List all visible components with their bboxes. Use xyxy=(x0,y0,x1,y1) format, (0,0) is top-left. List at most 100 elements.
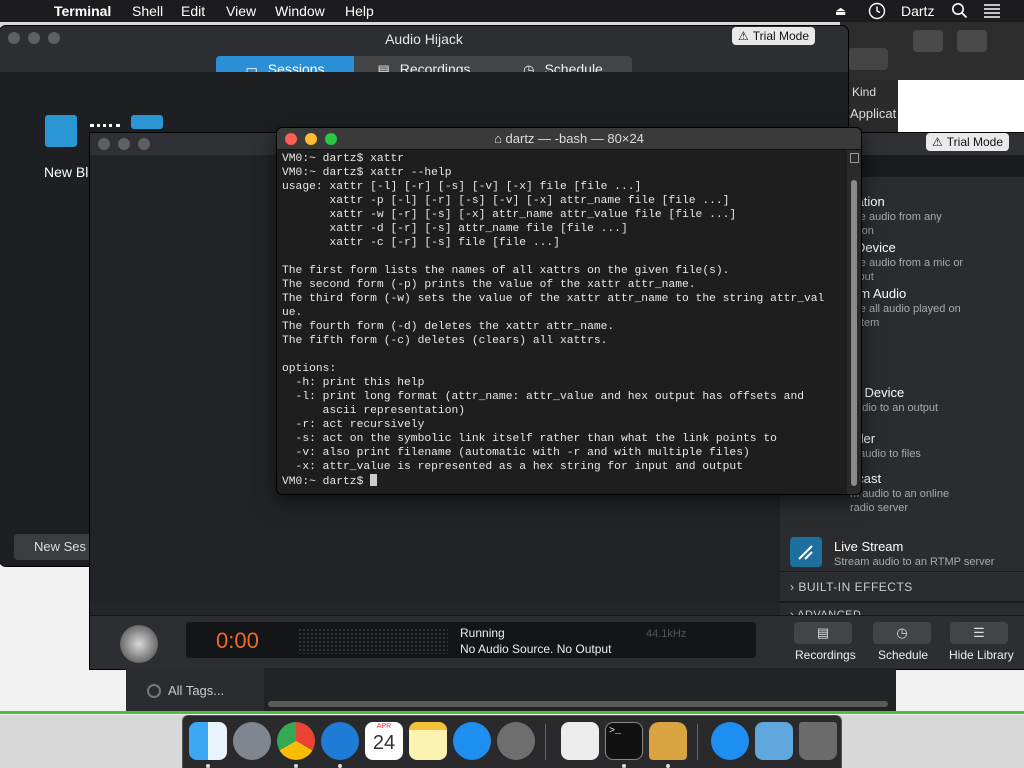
tags-sidebar: All Tags... xyxy=(126,668,264,714)
terminal-scrollbar[interactable] xyxy=(847,150,861,494)
close-button[interactable] xyxy=(98,138,110,150)
terminal-content[interactable]: VM0:~ dartz$ xattr VM0:~ dartz$ xattr --… xyxy=(277,150,847,494)
kind-column-header[interactable]: Kind xyxy=(852,85,876,99)
list-icon: ☰ xyxy=(973,625,985,640)
built-in-effects-section[interactable]: › BUILT-IN EFFECTS xyxy=(780,571,1024,601)
launchpad-icon[interactable] xyxy=(233,722,271,760)
terminal-output-text: VM0:~ dartz$ xattr VM0:~ dartz$ xattr --… xyxy=(282,153,825,473)
timer-readout: 0:00 xyxy=(216,628,259,653)
all-tags-item[interactable]: All Tags... xyxy=(168,683,224,698)
progress-line xyxy=(0,711,1024,714)
menu-user[interactable]: Dartz xyxy=(901,3,934,19)
tabs-icon[interactable] xyxy=(957,30,987,52)
split-pane-icon[interactable] xyxy=(850,153,859,163)
new-session-button[interactable]: New Ses xyxy=(14,534,94,560)
status-display: 0:00 Running No Audio Source. No Output … xyxy=(186,622,756,658)
minimize-button[interactable] xyxy=(118,138,130,150)
kind-cell: Applicat xyxy=(850,106,897,121)
calendar-icon[interactable]: APR 24 xyxy=(365,722,403,760)
terminal-titlebar: ⌂ dartz — -bash — 80×24 xyxy=(277,128,861,150)
warning-icon: ⚠ xyxy=(738,29,749,43)
clock-icon: ◷ xyxy=(896,625,908,640)
calendar-month: APR xyxy=(376,723,392,730)
hide-library-button-label[interactable]: Hide Library xyxy=(949,648,1014,662)
schedule-button-label[interactable]: Schedule xyxy=(878,648,928,662)
library-item-broadcast-desc-2: radio server xyxy=(850,502,909,514)
tag-circle-icon xyxy=(147,684,161,698)
share-icon[interactable] xyxy=(913,30,943,52)
library-item-input-device-desc: ure audio from a mic or xyxy=(850,257,964,269)
schedule-button[interactable]: ◷ xyxy=(873,622,931,644)
built-in-effects-label: › BUILT-IN EFFECTS xyxy=(790,580,913,594)
library-item-output-device-desc: audio to an output xyxy=(850,402,939,414)
dock: APR 24 >_ xyxy=(182,715,842,768)
safari-icon[interactable] xyxy=(321,722,359,760)
audio-hijack-icon[interactable] xyxy=(649,722,687,760)
finder-icon[interactable] xyxy=(189,722,227,760)
dock-separator xyxy=(697,724,698,760)
library-item-application-desc: ure audio from any xyxy=(850,211,942,223)
hide-library-button[interactable]: ☰ xyxy=(950,622,1008,644)
terminal-output: VM0:~ dartz$ xattr VM0:~ dartz$ xattr --… xyxy=(282,152,824,489)
sample-rate: 44.1kHz xyxy=(646,628,687,640)
new-blank-session-label[interactable]: New Bl xyxy=(44,164,88,180)
menu-edit[interactable]: Edit xyxy=(181,3,205,19)
live-stream-icon[interactable] xyxy=(790,537,822,567)
recordings-button-label[interactable]: Recordings xyxy=(795,648,856,662)
menu-bar: Terminal Shell Edit View Window Help ⏏ D… xyxy=(0,0,1024,22)
chrome-icon[interactable] xyxy=(277,722,315,760)
running-indicator xyxy=(338,764,342,768)
notification-center-icon[interactable] xyxy=(983,3,1001,22)
text-cursor xyxy=(370,474,378,486)
finder-toolbar xyxy=(840,22,1024,80)
terminal-icon[interactable]: >_ xyxy=(605,722,643,760)
trial-mode-badge[interactable]: ⚠ Trial Mode xyxy=(926,133,1010,151)
menu-app-terminal[interactable]: Terminal xyxy=(54,3,111,19)
notes-icon[interactable] xyxy=(409,722,447,760)
eject-icon[interactable]: ⏏ xyxy=(835,4,846,18)
window-title: Audio Hijack xyxy=(385,31,463,47)
library-item-input-device-title[interactable]: Device xyxy=(856,240,896,255)
library-item-system-audio-desc: ure all audio played on xyxy=(850,303,961,315)
system-preferences-icon[interactable] xyxy=(497,722,535,760)
trial-mode-label: Trial Mode xyxy=(752,29,810,43)
trial-mode-badge[interactable]: ⚠ Trial Mode xyxy=(732,27,816,45)
calendar-day: 24 xyxy=(372,732,396,754)
session-template-icon[interactable] xyxy=(131,115,163,129)
recordings-button[interactable]: ▤ xyxy=(794,622,852,644)
zoom-button[interactable] xyxy=(138,138,150,150)
terminal-window: ⌂ dartz — -bash — 80×24 VM0:~ dartz$ xat… xyxy=(277,128,861,494)
running-indicator xyxy=(294,764,298,768)
time-machine-icon[interactable] xyxy=(868,2,886,23)
horizontal-scrollbar[interactable] xyxy=(268,701,888,707)
finder-search-field[interactable] xyxy=(848,48,888,70)
dots-icon xyxy=(90,124,120,128)
spotlight-search-icon[interactable] xyxy=(951,2,968,22)
library-item-live-stream-title[interactable]: Live Stream xyxy=(834,539,903,554)
trash-icon[interactable] xyxy=(799,722,837,760)
app-store-icon[interactable] xyxy=(453,722,491,760)
scrollbar-thumb[interactable] xyxy=(851,180,857,486)
folder-icon[interactable] xyxy=(755,722,793,760)
status-source: No Audio Source. No Output xyxy=(460,642,612,656)
warning-icon: ⚠ xyxy=(932,135,943,149)
trial-mode-label: Trial Mode xyxy=(946,135,1004,149)
textedit-icon[interactable] xyxy=(561,722,599,760)
status-running: Running xyxy=(460,626,505,640)
running-indicator xyxy=(622,764,626,768)
new-blank-session-icon[interactable] xyxy=(45,115,77,147)
dock-separator xyxy=(545,724,546,760)
running-indicator xyxy=(206,764,210,768)
terminal-prompt: VM0:~ dartz$ xyxy=(282,476,371,488)
home-icon: ⌂ xyxy=(494,131,506,146)
recordings-icon: ▤ xyxy=(816,625,830,640)
power-button[interactable] xyxy=(120,625,158,663)
running-indicator xyxy=(666,764,670,768)
transport-bar: 0:00 Running No Audio Source. No Output … xyxy=(90,615,1024,669)
menu-window[interactable]: Window xyxy=(275,3,325,19)
menu-help[interactable]: Help xyxy=(345,3,374,19)
menu-shell[interactable]: Shell xyxy=(132,3,163,19)
terminal-title: ⌂ dartz — -bash — 80×24 xyxy=(494,131,644,146)
menu-view[interactable]: View xyxy=(226,3,256,19)
app-store-icon-2[interactable] xyxy=(711,722,749,760)
